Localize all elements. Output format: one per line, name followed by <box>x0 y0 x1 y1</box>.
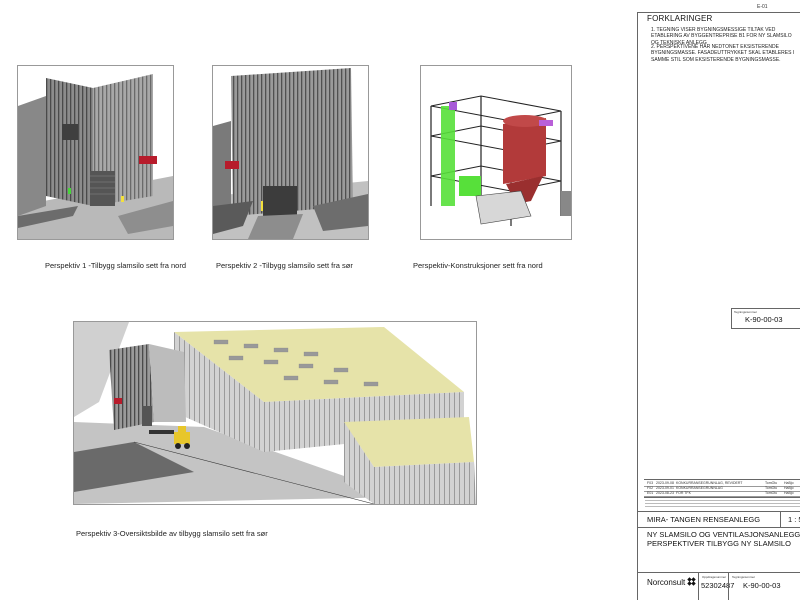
scale-value: 1 : 5 <box>788 515 800 524</box>
drawing-no-divider <box>728 572 729 600</box>
structures-caption: Perspektiv-Konstruksjoner sett fra nord <box>413 261 543 270</box>
perspective-1-view <box>17 65 174 240</box>
assignment-label: Oppdragsnummer <box>702 575 727 579</box>
drawing-title-1: NY SLAMSILO OG VENTILASJONSANLEGG <box>647 530 800 539</box>
notes-title: FORKLARINGER <box>647 14 713 23</box>
perspective-3-overview <box>73 321 477 505</box>
title-block-divider <box>644 497 800 498</box>
drawing-number-label: Tegningsnummer <box>732 575 756 579</box>
drawing-number: K-90-00-03 <box>743 581 781 590</box>
title-block-divider <box>637 527 800 528</box>
company-name: Norconsult <box>647 578 686 587</box>
perspective-2-caption: Perspektiv 2 -Tilbygg slamsilo sett fra … <box>216 261 353 270</box>
title-block-divider <box>637 511 800 512</box>
drawing-title-2: PERSPEKTIVER TILBYGG NY SLAMSILO <box>647 539 791 548</box>
norconsult-logo-icon <box>687 577 697 586</box>
title-block-border <box>637 12 638 600</box>
notes-underline <box>637 12 800 13</box>
assignment-divider <box>698 572 699 600</box>
perspective-2-view <box>212 65 369 240</box>
perspective-3-caption: Perspektiv 3-Oversiktsbilde av tilbygg s… <box>76 529 268 538</box>
scale-divider <box>780 511 781 527</box>
notes-item-2: 2. PERSPEKTIVENE HAR NEDTONET EKSISTEREN… <box>651 44 795 63</box>
perspective-1-caption: Perspektiv 1 -Tilbygg slamsilo sett fra … <box>45 261 187 270</box>
title-block-top <box>644 479 800 480</box>
structures-view <box>420 65 572 240</box>
notes-item-1: 1. TEGNING VISER BYGNINGSMESSIGE TILTAK … <box>651 27 792 46</box>
side-reference-number: K-90-00-03 <box>745 315 783 324</box>
project-name: MIRA- TANGEN RENSEANLEGG <box>647 515 761 524</box>
sheet-label: E-01 <box>757 4 768 10</box>
fine-print <box>645 499 800 509</box>
company-logo: Norconsult <box>647 577 697 587</box>
assignment-number: 52302487 <box>701 581 735 590</box>
side-reference-box: Tegningsnummer K-90-00-03 <box>731 308 800 329</box>
side-reference-label: Tegningsnummer <box>734 310 758 314</box>
title-block-divider <box>637 572 800 573</box>
